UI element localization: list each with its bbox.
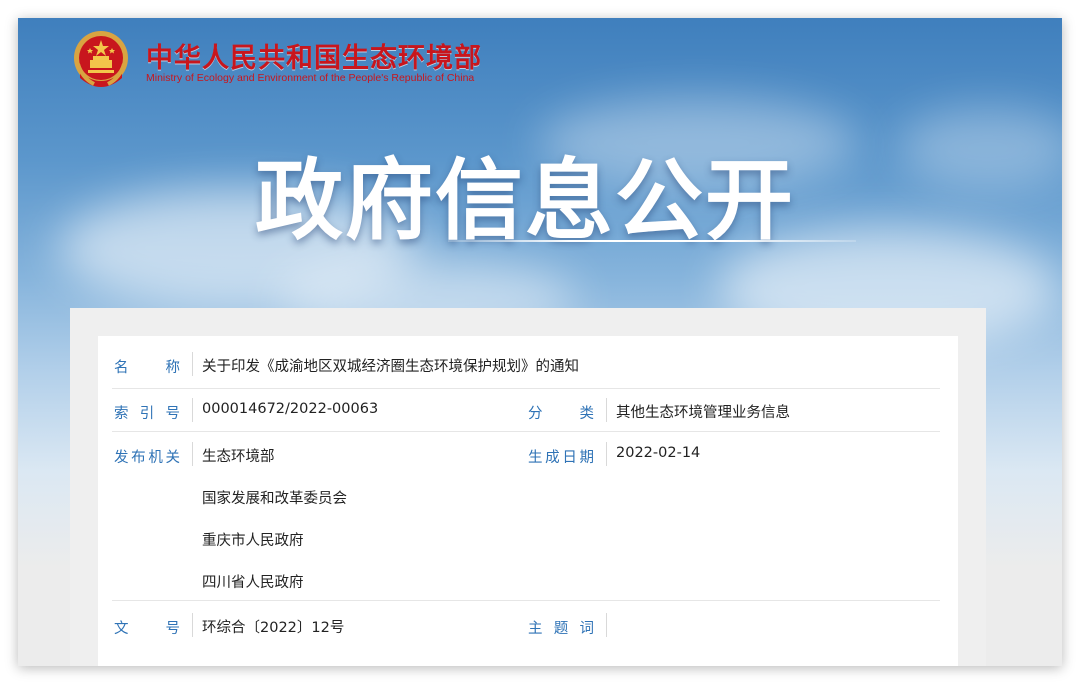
row-doc-no: 文 号 环综合〔2022〕12号 主题词	[112, 601, 940, 651]
label-issuers: 发布机关	[114, 450, 180, 466]
label-index-no: 索引号	[114, 406, 180, 422]
value-name: 关于印发《成渝地区双城经济圈生态环境保护规划》的通知	[202, 359, 579, 375]
info-panel-backdrop: 名 称 关于印发《成渝地区双城经济圈生态环境保护规划》的通知 索引号 00001…	[70, 308, 986, 666]
label-doc-no: 文 号	[114, 621, 180, 637]
label-category: 分 类	[528, 406, 594, 422]
value-doc-no: 环综合〔2022〕12号	[202, 620, 345, 636]
page-frame: 中华人民共和国生态环境部 Ministry of Ecology and Env…	[18, 18, 1062, 666]
site-name-en: Ministry of Ecology and Environment of t…	[146, 72, 475, 84]
value-date: 2022-02-14	[616, 445, 701, 461]
label-date: 生成日期	[528, 450, 594, 466]
issuer-item: 四川省人民政府	[202, 575, 304, 591]
banner-divider	[448, 240, 856, 242]
value-index-no: 000014672/2022-00063	[202, 401, 379, 417]
info-panel: 名 称 关于印发《成渝地区双城经济圈生态环境保护规划》的通知 索引号 00001…	[98, 336, 958, 666]
info-table: 名 称 关于印发《成渝地区双城经济圈生态环境保护规划》的通知 索引号 00001…	[112, 336, 940, 651]
issuer-item: 重庆市人民政府	[202, 533, 304, 549]
issuer-item: 生态环境部	[202, 449, 275, 465]
issuer-item: 国家发展和改革委员会	[202, 491, 347, 507]
site-name-cn: 中华人民共和国生态环境部	[146, 43, 482, 74]
value-category: 其他生态环境管理业务信息	[616, 405, 790, 421]
label-keywords: 主题词	[528, 621, 594, 637]
row-name: 名 称 关于印发《成渝地区双城经济圈生态环境保护规划》的通知	[112, 336, 940, 389]
banner-title: 政府信息公开	[254, 149, 795, 252]
label-name: 名 称	[114, 360, 180, 376]
row-index: 索引号 000014672/2022-00063 分 类 其他生态环境管理业务信…	[112, 389, 940, 432]
national-emblem-icon	[74, 31, 128, 87]
row-issuers: 发布机关 生态环境部 国家发展和改革委员会 重庆市人民政府 四川省人民政府 生成…	[112, 432, 940, 601]
